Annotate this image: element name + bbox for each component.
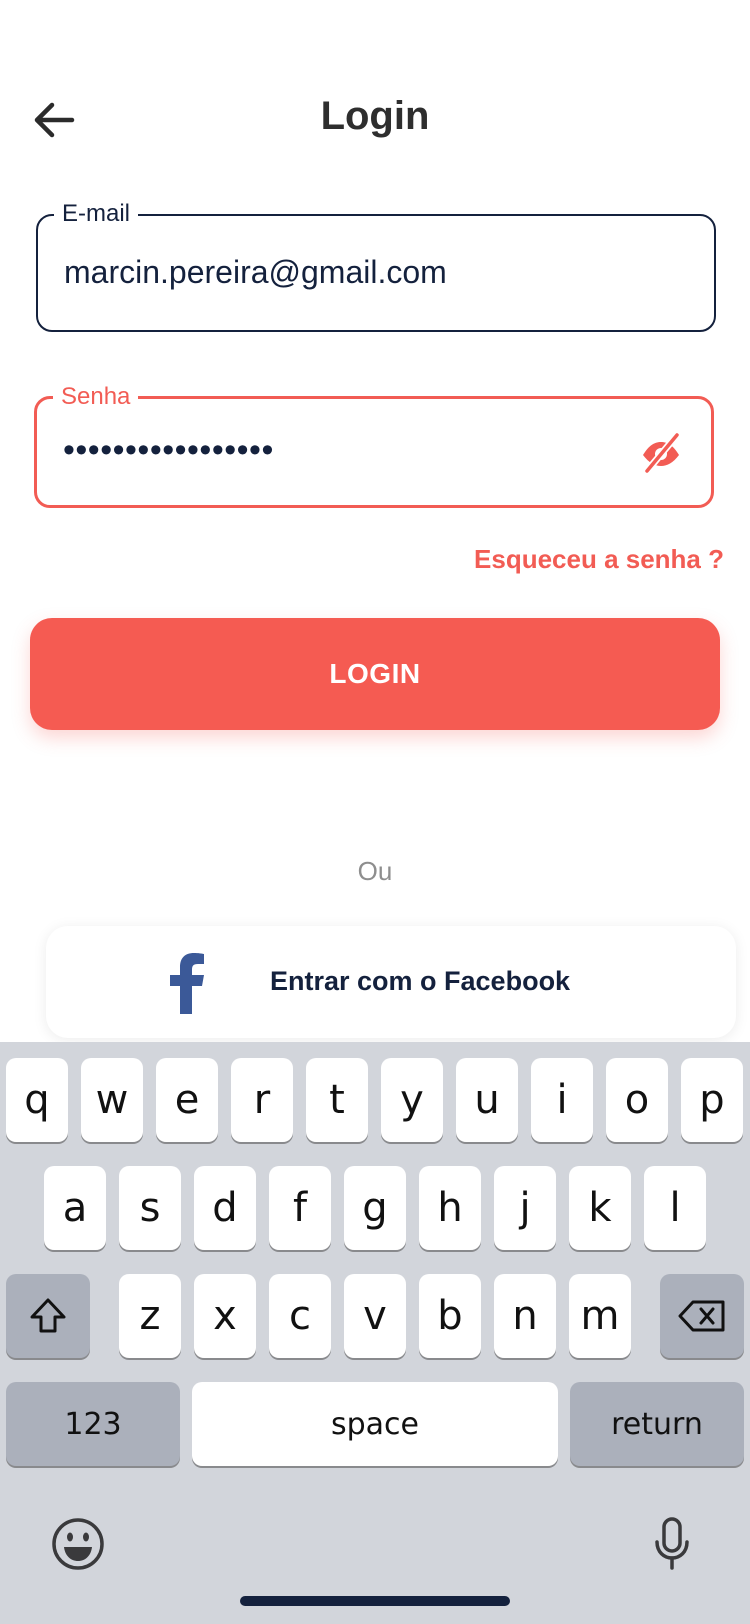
- key-r[interactable]: r: [231, 1058, 293, 1142]
- backspace-key[interactable]: [660, 1274, 744, 1358]
- key-e[interactable]: e: [156, 1058, 218, 1142]
- key-v[interactable]: v: [344, 1274, 406, 1358]
- key-y[interactable]: y: [381, 1058, 443, 1142]
- key-m[interactable]: m: [569, 1274, 631, 1358]
- key-i[interactable]: i: [531, 1058, 593, 1142]
- email-input[interactable]: marcin.pereira@gmail.com: [64, 254, 447, 291]
- key-g[interactable]: g: [344, 1166, 406, 1250]
- key-w[interactable]: w: [81, 1058, 143, 1142]
- shift-icon: [30, 1298, 66, 1333]
- page-title: Login: [320, 94, 430, 138]
- key-d[interactable]: d: [194, 1166, 256, 1250]
- eye-off-icon[interactable]: [639, 431, 683, 475]
- facebook-login-button[interactable]: Entrar com o Facebook: [46, 926, 736, 1038]
- password-field-label: Senha: [53, 383, 139, 411]
- key-b[interactable]: b: [419, 1274, 481, 1358]
- key-p[interactable]: p: [681, 1058, 743, 1142]
- password-field[interactable]: Senha •••••••••••••••••: [34, 383, 714, 508]
- key-a[interactable]: a: [44, 1166, 106, 1250]
- password-input[interactable]: •••••••••••••••••: [63, 431, 274, 470]
- emoji-icon[interactable]: [50, 1516, 106, 1572]
- key-u[interactable]: u: [456, 1058, 518, 1142]
- key-n[interactable]: n: [494, 1274, 556, 1358]
- key-t[interactable]: t: [306, 1058, 368, 1142]
- forgot-password-link[interactable]: Esqueceu a senha ?: [474, 544, 724, 575]
- facebook-icon: [170, 953, 204, 1014]
- key-l[interactable]: l: [644, 1166, 706, 1250]
- key-h[interactable]: h: [419, 1166, 481, 1250]
- return-key[interactable]: return: [570, 1382, 744, 1466]
- shift-key[interactable]: [6, 1274, 90, 1358]
- key-j[interactable]: j: [494, 1166, 556, 1250]
- backspace-icon: [678, 1300, 725, 1332]
- header: Login: [0, 70, 750, 170]
- facebook-button-label: Entrar com o Facebook: [270, 966, 571, 996]
- key-x[interactable]: x: [194, 1274, 256, 1358]
- email-field[interactable]: E-mail marcin.pereira@gmail.com: [36, 200, 716, 332]
- home-indicator: [240, 1596, 510, 1606]
- key-z[interactable]: z: [119, 1274, 181, 1358]
- key-s[interactable]: s: [119, 1166, 181, 1250]
- numbers-key[interactable]: 123: [6, 1382, 180, 1466]
- email-field-label: E-mail: [54, 200, 139, 228]
- or-divider-text: Ou: [357, 856, 393, 886]
- microphone-icon[interactable]: [652, 1516, 692, 1572]
- key-o[interactable]: o: [606, 1058, 668, 1142]
- space-key[interactable]: space: [192, 1382, 558, 1466]
- key-c[interactable]: c: [269, 1274, 331, 1358]
- key-q[interactable]: q: [6, 1058, 68, 1142]
- login-button[interactable]: LOGIN: [30, 618, 720, 730]
- key-k[interactable]: k: [569, 1166, 631, 1250]
- key-f[interactable]: f: [269, 1166, 331, 1250]
